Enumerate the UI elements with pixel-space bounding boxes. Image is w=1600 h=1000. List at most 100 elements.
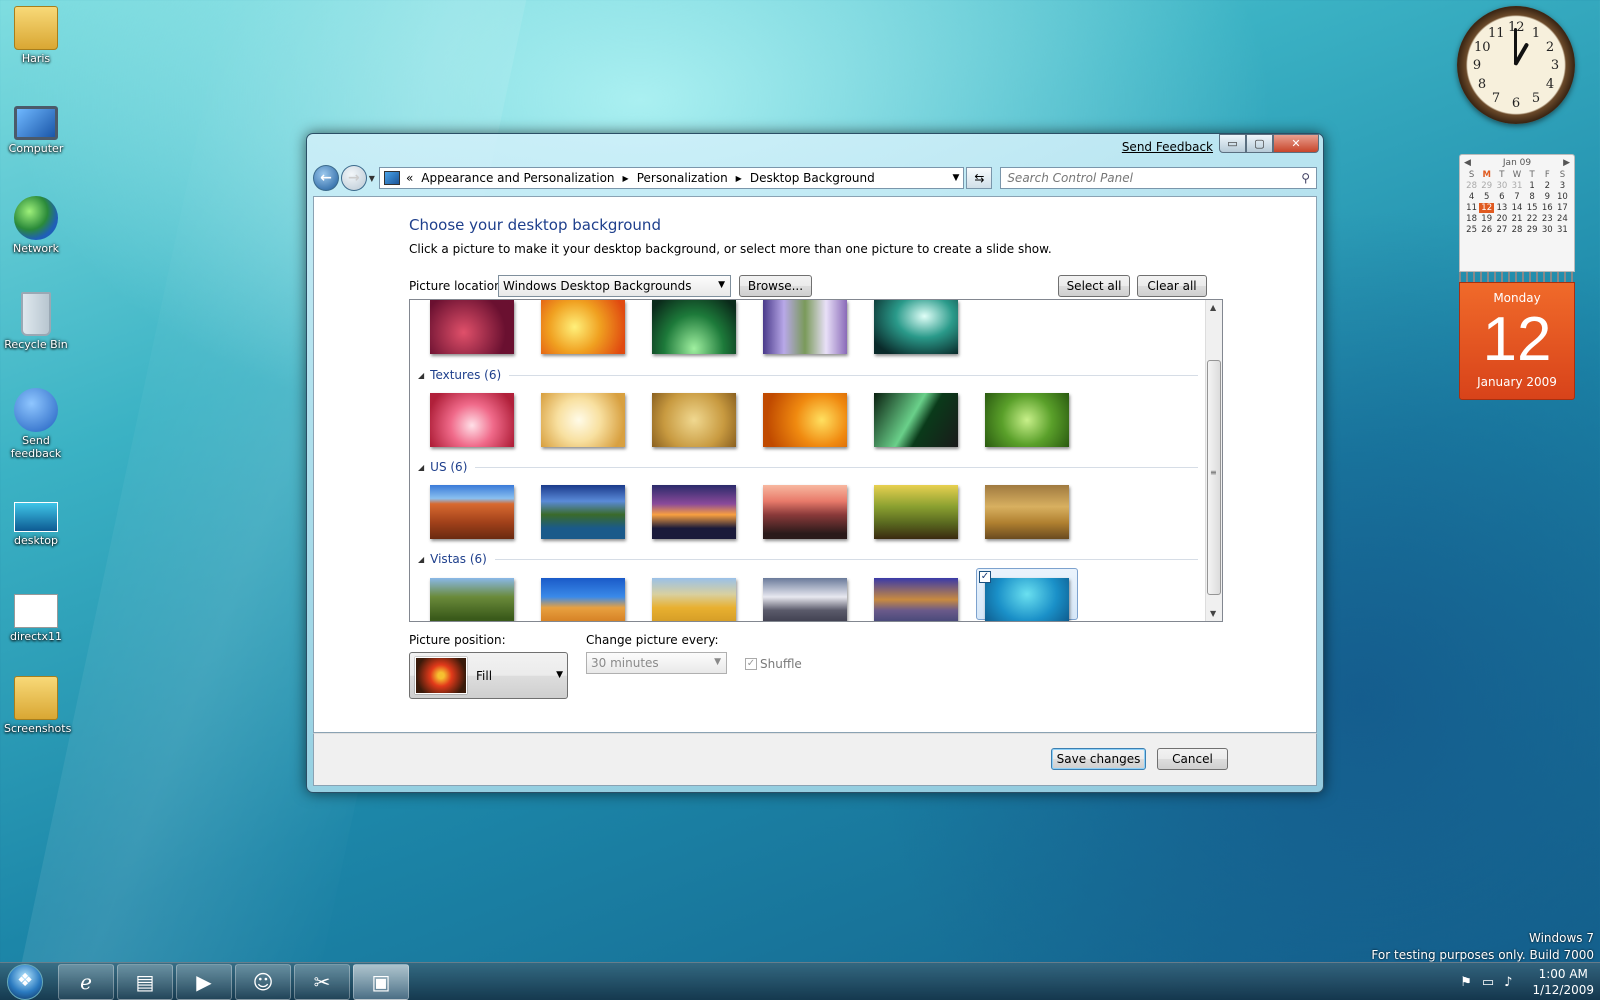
- calendar-day[interactable]: 12: [1479, 203, 1495, 213]
- wallpaper-thumbnail[interactable]: [652, 485, 736, 539]
- wallpaper-thumbnail[interactable]: [874, 393, 958, 447]
- picture-position-select[interactable]: Fill ▼: [409, 652, 568, 699]
- search-icon[interactable]: ⚲: [1301, 171, 1310, 185]
- breadcrumb-separator-icon[interactable]: ▶: [623, 174, 629, 183]
- browse-button[interactable]: Browse...: [739, 275, 812, 297]
- group-header-us[interactable]: ◢ US (6): [418, 459, 1198, 475]
- save-changes-button[interactable]: Save changes: [1051, 748, 1146, 770]
- forward-button[interactable]: →: [340, 165, 367, 191]
- wallpaper-thumbnail[interactable]: [763, 485, 847, 539]
- tray-clock[interactable]: 1:00 AM 1/12/2009: [1532, 966, 1594, 998]
- calendar-day[interactable]: 20: [1494, 214, 1509, 224]
- change-interval-select[interactable]: 30 minutes ▼: [586, 652, 727, 674]
- collapse-triangle-icon[interactable]: ◢: [418, 371, 424, 380]
- clear-all-button[interactable]: Clear all: [1137, 275, 1207, 297]
- taskbar-media-player[interactable]: ▶: [176, 964, 232, 1000]
- calendar-day[interactable]: 10: [1555, 192, 1570, 202]
- calendar-day[interactable]: 3: [1555, 181, 1570, 191]
- calendar-prev-icon[interactable]: ◀: [1464, 158, 1471, 168]
- gallery-scrollbar[interactable]: ▲ ≡ ▼: [1205, 300, 1222, 621]
- recent-pages-dropdown-icon[interactable]: ▼: [369, 174, 375, 183]
- wallpaper-thumbnail[interactable]: [652, 300, 736, 354]
- taskbar-explorer[interactable]: ▤: [117, 964, 173, 1000]
- wallpaper-thumbnail[interactable]: [763, 300, 847, 354]
- calendar-day[interactable]: 15: [1525, 203, 1540, 213]
- back-button[interactable]: ←: [313, 165, 339, 191]
- breadcrumb-personalization[interactable]: Personalization: [637, 171, 728, 185]
- calendar-day[interactable]: 30: [1540, 225, 1555, 235]
- clock-gadget[interactable]: 12 1 2 3 4 5 6 7 8 9 10 11: [1457, 6, 1575, 124]
- picture-location-select[interactable]: Windows Desktop Backgrounds ▼: [498, 275, 731, 297]
- calendar-day[interactable]: 28: [1509, 225, 1524, 235]
- send-feedback-link[interactable]: Send Feedback: [1122, 140, 1213, 154]
- calendar-day[interactable]: 17: [1555, 203, 1570, 213]
- wallpaper-thumbnail[interactable]: [541, 393, 625, 447]
- calendar-day[interactable]: 24: [1555, 214, 1570, 224]
- start-button[interactable]: [3, 963, 47, 1000]
- collapse-triangle-icon[interactable]: ◢: [418, 463, 424, 472]
- calendar-day[interactable]: 16: [1540, 203, 1555, 213]
- wallpaper-thumbnail[interactable]: [985, 393, 1069, 447]
- calendar-day[interactable]: 27: [1494, 225, 1509, 235]
- calendar-day[interactable]: 1: [1525, 181, 1540, 191]
- wallpaper-thumbnail[interactable]: [652, 578, 736, 621]
- calendar-day[interactable]: 30: [1494, 181, 1509, 191]
- wallpaper-thumbnail[interactable]: [763, 393, 847, 447]
- taskbar-control-panel[interactable]: ▣: [353, 964, 409, 1000]
- desktop-icon-network[interactable]: Network: [4, 196, 68, 255]
- search-input[interactable]: Search Control Panel ⚲: [1000, 167, 1317, 189]
- calendar-day[interactable]: 19: [1479, 214, 1494, 224]
- wallpaper-thumbnail[interactable]: [541, 300, 625, 354]
- calendar-day[interactable]: 29: [1525, 225, 1540, 235]
- calendar-day[interactable]: 11: [1464, 203, 1479, 213]
- calendar-day[interactable]: 5: [1479, 192, 1494, 202]
- collapse-triangle-icon[interactable]: ◢: [418, 555, 424, 564]
- cancel-button[interactable]: Cancel: [1157, 748, 1228, 770]
- calendar-day[interactable]: 9: [1540, 192, 1555, 202]
- wallpaper-thumbnail[interactable]: [541, 485, 625, 539]
- wallpaper-thumbnail[interactable]: [985, 485, 1069, 539]
- taskbar-messenger[interactable]: ☺: [235, 964, 291, 1000]
- scroll-down-icon[interactable]: ▼: [1210, 609, 1216, 618]
- taskbar-internet-explorer[interactable]: ℯ: [58, 964, 114, 1000]
- action-center-flag-icon[interactable]: ⚑: [1460, 975, 1472, 990]
- wallpaper-thumbnail[interactable]: [430, 300, 514, 354]
- breadcrumb-prefix[interactable]: «: [406, 171, 413, 185]
- breadcrumb-separator-icon[interactable]: ▶: [736, 174, 742, 183]
- shuffle-checkbox[interactable]: ✓ Shuffle: [745, 657, 802, 671]
- calendar-day[interactable]: 29: [1479, 181, 1494, 191]
- minimize-button[interactable]: ▭: [1219, 134, 1246, 153]
- scroll-up-icon[interactable]: ▲: [1210, 303, 1216, 312]
- calendar-next-icon[interactable]: ▶: [1563, 158, 1570, 168]
- wallpaper-thumbnail-selected[interactable]: [985, 578, 1069, 621]
- calendar-day[interactable]: 2: [1540, 181, 1555, 191]
- calendar-day[interactable]: 31: [1509, 181, 1524, 191]
- desktop-icon-desktop[interactable]: desktop: [4, 494, 68, 547]
- calendar-day[interactable]: 4: [1464, 192, 1479, 202]
- calendar-day[interactable]: 18: [1464, 214, 1479, 224]
- wallpaper-thumbnail[interactable]: [763, 578, 847, 621]
- group-header-vistas[interactable]: ◢ Vistas (6): [418, 551, 1198, 567]
- address-dropdown-icon[interactable]: ▼: [953, 173, 960, 183]
- select-all-button[interactable]: Select all: [1058, 275, 1130, 297]
- volume-icon[interactable]: ♪: [1504, 975, 1512, 990]
- wallpaper-thumbnail[interactable]: [874, 300, 958, 354]
- calendar-day[interactable]: 13: [1494, 203, 1509, 213]
- wallpaper-thumbnail[interactable]: [430, 485, 514, 539]
- breadcrumb-appearance[interactable]: Appearance and Personalization: [421, 171, 614, 185]
- desktop-icon-recycle-bin[interactable]: Recycle Bin: [4, 292, 68, 351]
- desktop-icon-computer[interactable]: Computer: [4, 102, 68, 155]
- taskbar-snipping-tool[interactable]: ✂: [294, 964, 350, 1000]
- calendar-day[interactable]: 14: [1509, 203, 1524, 213]
- wallpaper-gallery[interactable]: ◢ Textures (6) ◢ US (6) ◢ Vistas (6) ✓ ▲…: [409, 299, 1223, 622]
- calendar-day[interactable]: 8: [1525, 192, 1540, 202]
- desktop-icon-send-feedback[interactable]: Send feedback: [4, 388, 68, 460]
- calendar-day[interactable]: 23: [1540, 214, 1555, 224]
- maximize-button[interactable]: ▢: [1246, 134, 1273, 153]
- calendar-gadget[interactable]: ◀ Jan 09 ▶ S M T W T F S 28 29 30 31 1 2 3 4 5 6 7 8 9 10 11 1…: [1459, 154, 1575, 401]
- calendar-day[interactable]: 31: [1555, 225, 1570, 235]
- calendar-day[interactable]: 22: [1525, 214, 1540, 224]
- wallpaper-thumbnail[interactable]: [430, 578, 514, 621]
- refresh-button[interactable]: ⇆: [966, 167, 993, 189]
- calendar-day[interactable]: 26: [1479, 225, 1494, 235]
